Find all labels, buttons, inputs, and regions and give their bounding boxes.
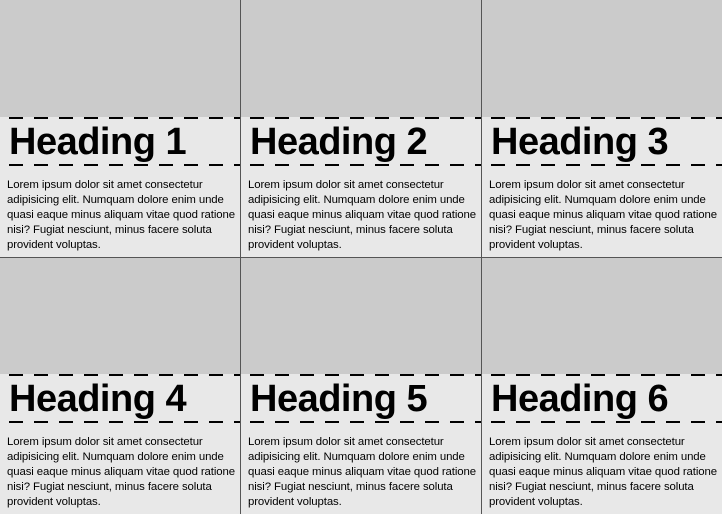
card-heading: Heading 3 <box>491 121 669 163</box>
card-image-placeholder <box>241 257 481 374</box>
card-body: Lorem ipsum dolor sit amet consectetur a… <box>482 166 722 257</box>
dashed-line-top <box>482 117 722 119</box>
card-body: Lorem ipsum dolor sit amet consectetur a… <box>482 423 722 514</box>
heading-band: Heading 6 <box>482 374 722 423</box>
row-divider <box>0 257 722 258</box>
card-heading: Heading 5 <box>250 378 428 420</box>
card-6: Heading 6 Lorem ipsum dolor sit amet con… <box>482 257 722 514</box>
card-image-placeholder <box>0 0 240 117</box>
card-text: Lorem ipsum dolor sit amet consectetur a… <box>489 436 717 508</box>
card-image-placeholder <box>241 0 481 117</box>
card-image-placeholder <box>482 0 722 117</box>
heading-band: Heading 3 <box>482 117 722 166</box>
dashed-line-top <box>0 374 240 376</box>
card-2: Heading 2 Lorem ipsum dolor sit amet con… <box>241 0 481 257</box>
dashed-line-top <box>482 374 722 376</box>
card-text: Lorem ipsum dolor sit amet consectetur a… <box>7 179 235 251</box>
card-heading: Heading 2 <box>250 121 428 163</box>
card-body: Lorem ipsum dolor sit amet consectetur a… <box>241 423 481 514</box>
card-image-placeholder <box>0 257 240 374</box>
heading-band: Heading 5 <box>241 374 481 423</box>
dashed-line-top <box>0 117 240 119</box>
card-body: Lorem ipsum dolor sit amet consectetur a… <box>0 423 240 514</box>
heading-band: Heading 1 <box>0 117 240 166</box>
card-text: Lorem ipsum dolor sit amet consectetur a… <box>7 436 235 508</box>
card-text: Lorem ipsum dolor sit amet consectetur a… <box>489 179 717 251</box>
dashed-line-top <box>241 117 481 119</box>
card-text: Lorem ipsum dolor sit amet consectetur a… <box>248 436 476 508</box>
card-4: Heading 4 Lorem ipsum dolor sit amet con… <box>0 257 240 514</box>
card-heading: Heading 6 <box>491 378 669 420</box>
card-heading: Heading 1 <box>9 121 187 163</box>
card-body: Lorem ipsum dolor sit amet consectetur a… <box>0 166 240 257</box>
card-body: Lorem ipsum dolor sit amet consectetur a… <box>241 166 481 257</box>
card-1: Heading 1 Lorem ipsum dolor sit amet con… <box>0 0 240 257</box>
card-text: Lorem ipsum dolor sit amet consectetur a… <box>248 179 476 251</box>
card-5: Heading 5 Lorem ipsum dolor sit amet con… <box>241 257 481 514</box>
heading-band: Heading 4 <box>0 374 240 423</box>
dashed-line-top <box>241 374 481 376</box>
card-image-placeholder <box>482 257 722 374</box>
card-grid: Heading 1 Lorem ipsum dolor sit amet con… <box>0 0 722 514</box>
heading-band: Heading 2 <box>241 117 481 166</box>
card-heading: Heading 4 <box>9 378 187 420</box>
card-3: Heading 3 Lorem ipsum dolor sit amet con… <box>482 0 722 257</box>
